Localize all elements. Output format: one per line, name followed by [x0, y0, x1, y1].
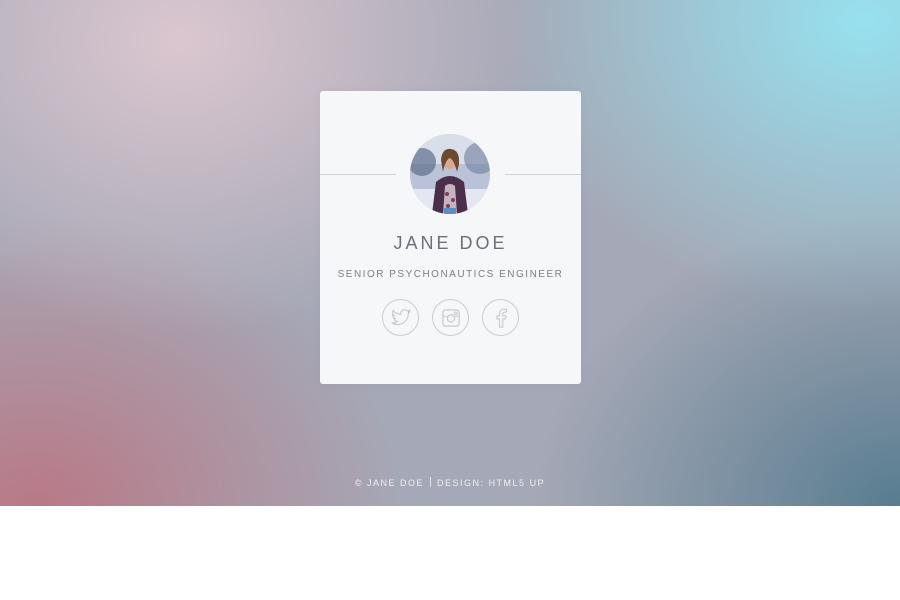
profile-card: JANE DOE SENIOR PSYCHONAUTICS ENGINEER: [320, 91, 581, 384]
instagram-link[interactable]: [432, 299, 469, 336]
facebook-icon: [495, 308, 507, 328]
divider-right: [505, 174, 581, 175]
copyright-text: © JANE DOE: [354, 478, 425, 488]
profile-name: JANE DOE: [393, 233, 508, 253]
avatar: [410, 134, 490, 214]
footer: © JANE DOE DESIGN: HTML5 UP: [0, 477, 900, 488]
twitter-icon: [391, 308, 411, 325]
background: JANE DOE SENIOR PSYCHONAUTICS ENGINEER ©…: [0, 0, 900, 506]
design-credit-link[interactable]: HTML5 UP: [489, 478, 546, 488]
divider-left: [320, 174, 396, 175]
design-label: DESIGN:: [437, 478, 489, 488]
footer-separator: [430, 477, 432, 487]
instagram-icon: [441, 308, 460, 327]
twitter-link[interactable]: [382, 299, 419, 336]
profile-title: SENIOR PSYCHONAUTICS ENGINEER: [337, 269, 564, 280]
social-links: [382, 299, 522, 337]
facebook-link[interactable]: [482, 299, 519, 336]
